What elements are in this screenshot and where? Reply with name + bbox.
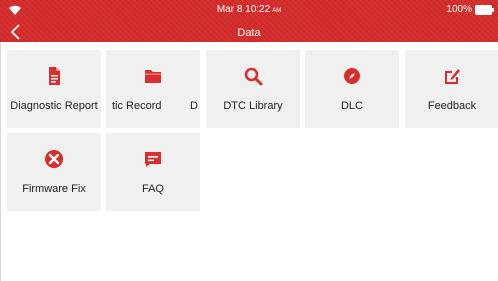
edit-icon (445, 69, 460, 84)
tile-diagnostic-record[interactable]: tic Record D (106, 50, 200, 128)
tile-label: Feedback (427, 100, 477, 112)
top-bar: Mar 8 10:22 AM 100% Data (0, 0, 498, 42)
tile-label-overflow: D (190, 100, 198, 112)
magnifier-icon (244, 67, 263, 86)
page-title: Data (237, 27, 261, 39)
battery-icon (475, 5, 494, 15)
chat-icon (145, 152, 161, 167)
compass-icon (344, 68, 360, 84)
folder-icon (145, 70, 161, 83)
divider (0, 42, 1, 281)
tile-label: DTC Library (223, 100, 283, 112)
tools-icon (45, 150, 63, 168)
tile-feedback[interactable]: Feedback (405, 50, 498, 128)
tile-dtc-library[interactable]: DTC Library (206, 50, 300, 128)
battery-percent: 100% (446, 4, 472, 15)
status-bar: Mar 8 10:22 AM 100% (0, 0, 498, 20)
tile-firmware-fix[interactable]: Firmware Fix (7, 133, 101, 211)
tile-diagnostic-report[interactable]: Diagnostic Report (7, 50, 101, 128)
tile-label: Diagnostic Report (10, 100, 98, 112)
tile-label: FAQ (141, 183, 164, 195)
status-time: Mar 8 10:22 AM (216, 4, 282, 15)
tile-label: DLC (340, 100, 363, 112)
tile-label: tic Record (112, 100, 162, 112)
tile-faq[interactable]: FAQ (106, 133, 200, 211)
report-document-icon (49, 67, 60, 85)
tile-label: Firmware Fix (22, 183, 86, 195)
tile-dlc[interactable]: DLC (305, 50, 399, 128)
